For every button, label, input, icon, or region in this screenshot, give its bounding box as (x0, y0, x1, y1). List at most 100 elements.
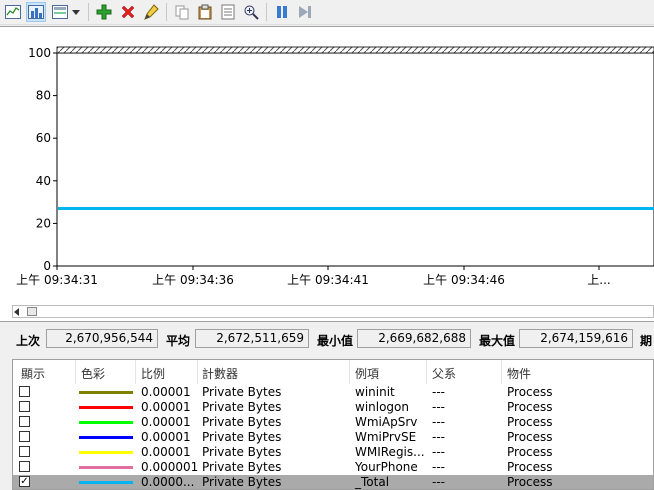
counter-cell: Private Bytes (202, 400, 282, 414)
scale-cell: 0.00001 (141, 400, 191, 414)
duration-label: 期 (640, 334, 653, 348)
view-graph-icon[interactable] (3, 2, 23, 22)
column-header-instance[interactable]: 例項 (355, 365, 379, 382)
color-swatch (79, 481, 133, 484)
x-tick-label: 上午 09:34:46 (423, 273, 505, 287)
time-scrollbar[interactable] (12, 305, 654, 318)
show-checkbox[interactable] (19, 446, 30, 457)
counter-list: 顯示 色彩 比例 計數器 例項 父系 物件 0.00001 Private Byt… (12, 359, 654, 490)
properties-icon[interactable] (218, 2, 238, 22)
object-cell: Process (507, 475, 553, 489)
instance-cell: _Total (355, 475, 390, 489)
view-histogram-icon[interactable] (26, 2, 46, 22)
parent-cell: --- (432, 400, 445, 414)
scale-cell: 0.00001 (141, 385, 191, 399)
counter-cell: Private Bytes (202, 385, 282, 399)
instance-cell: WMIRegis... (355, 445, 425, 459)
column-header-counter[interactable]: 計數器 (202, 365, 238, 382)
change-graph-type-icon[interactable] (50, 2, 70, 22)
object-cell: Process (507, 460, 553, 474)
instance-cell: WmiApSrv (355, 415, 418, 429)
y-tick-label: 0 (43, 259, 51, 273)
column-header-object[interactable]: 物件 (507, 365, 531, 382)
show-checkbox[interactable] (19, 416, 30, 427)
highlight-icon[interactable] (141, 2, 161, 22)
scale-cell: 0.00001 (141, 430, 191, 444)
counter-cell: Private Bytes (202, 430, 282, 444)
scroll-thumb[interactable] (27, 307, 37, 316)
instance-cell: YourPhone (355, 460, 418, 474)
y-tick-label: 60 (36, 131, 51, 145)
update-data-icon[interactable] (295, 2, 315, 22)
line-graph: 100 80 60 40 20 0 上午 09:34:31 上午 09:34:36 上午 09… (16, 46, 654, 287)
y-tick-label: 100 (28, 46, 51, 60)
column-header-parent[interactable]: 父系 (432, 365, 456, 382)
minimum-label: 最小值 (317, 334, 354, 348)
counter-row[interactable]: 0.00001 Private Bytes WMIRegis... --- Proces… (13, 445, 653, 460)
average-value: 2,672,511,659 (195, 329, 309, 348)
parent-cell: --- (432, 385, 445, 399)
paste-counter-list-icon[interactable] (195, 2, 215, 22)
x-tick-label: 上... (587, 273, 610, 287)
counter-cell: Private Bytes (202, 460, 282, 474)
parent-cell: --- (432, 460, 445, 474)
color-swatch (79, 406, 133, 409)
show-checkbox[interactable] (19, 401, 30, 412)
object-cell: Process (507, 445, 553, 459)
parent-cell: --- (432, 475, 445, 489)
show-checkbox[interactable] (19, 431, 30, 442)
counter-cell: Private Bytes (202, 445, 282, 459)
counter-row[interactable]: 0.00001 Private Bytes WmiApSrv --- Process (13, 415, 653, 430)
instance-cell: winlogon (355, 400, 409, 414)
x-tick-label: 上午 09:34:31 (16, 273, 98, 287)
color-swatch (79, 451, 133, 454)
instance-cell: WmiPrvSE (355, 430, 417, 444)
counter-row[interactable]: 0.000001 Private Bytes YourPhone --- Process (13, 460, 653, 475)
object-cell: Process (507, 385, 553, 399)
copy-properties-icon[interactable] (172, 2, 192, 22)
zoom-icon[interactable] (241, 2, 261, 22)
graph-panel: 100 80 60 40 20 0 上午 09:34:31 上午 09:34:36 上午 09… (0, 26, 654, 322)
counter-list-header: 顯示 色彩 比例 計數器 例項 父系 物件 (13, 360, 653, 384)
average-label: 平均 (166, 334, 191, 348)
color-swatch (79, 436, 133, 439)
graph-plot-area (56, 52, 654, 267)
instance-cell: wininit (355, 385, 395, 399)
column-header-show[interactable]: 顯示 (21, 365, 45, 382)
delete-counter-icon[interactable] (118, 2, 138, 22)
counter-row[interactable]: 0.00001 Private Bytes winlogon --- Process (13, 400, 653, 415)
maximum-label: 最大值 (479, 334, 516, 348)
overflow-hatch-band (56, 46, 654, 54)
show-checkbox[interactable] (19, 386, 30, 397)
column-header-scale[interactable]: 比例 (141, 365, 165, 382)
dropdown-arrow-icon[interactable] (70, 2, 82, 22)
scale-cell: 0.00001 (141, 445, 191, 459)
color-swatch (79, 466, 133, 469)
scale-cell: 0.00001 (141, 415, 191, 429)
x-tick-label: 上午 09:34:36 (152, 273, 234, 287)
freeze-display-icon[interactable] (272, 2, 292, 22)
add-counter-icon[interactable] (94, 2, 114, 22)
color-swatch (79, 391, 133, 394)
counter-cell: Private Bytes (202, 415, 282, 429)
minimum-value: 2,669,682,688 (357, 329, 471, 348)
column-header-color[interactable]: 色彩 (81, 365, 105, 382)
y-tick-label: 80 (36, 89, 51, 103)
parent-cell: --- (432, 445, 445, 459)
parent-cell: --- (432, 415, 445, 429)
x-tick-label: 上午 09:34:41 (287, 273, 369, 287)
scroll-left-arrow-icon[interactable] (14, 308, 19, 316)
toolbar (0, 0, 654, 25)
counter-row[interactable]: 0.00001 Private Bytes WmiPrvSE --- Process (13, 430, 653, 445)
show-checkbox[interactable]: ✓ (19, 476, 30, 487)
scale-cell: 0.000001 (141, 460, 199, 474)
y-tick-label: 40 (36, 174, 51, 188)
stats-bar: 上次 2,670,956,544 平均 2,672,511,659 最小值 2,… (0, 328, 654, 352)
counter-cell: Private Bytes (202, 475, 282, 489)
last-value: 2,670,956,544 (46, 329, 158, 348)
color-swatch (79, 421, 133, 424)
counter-row[interactable]: ✓ 0.0000... Private Bytes _Total --- Process (13, 475, 653, 489)
counter-row[interactable]: 0.00001 Private Bytes wininit --- Process (13, 385, 653, 400)
show-checkbox[interactable] (19, 461, 30, 472)
scale-cell: 0.0000... (141, 475, 195, 489)
